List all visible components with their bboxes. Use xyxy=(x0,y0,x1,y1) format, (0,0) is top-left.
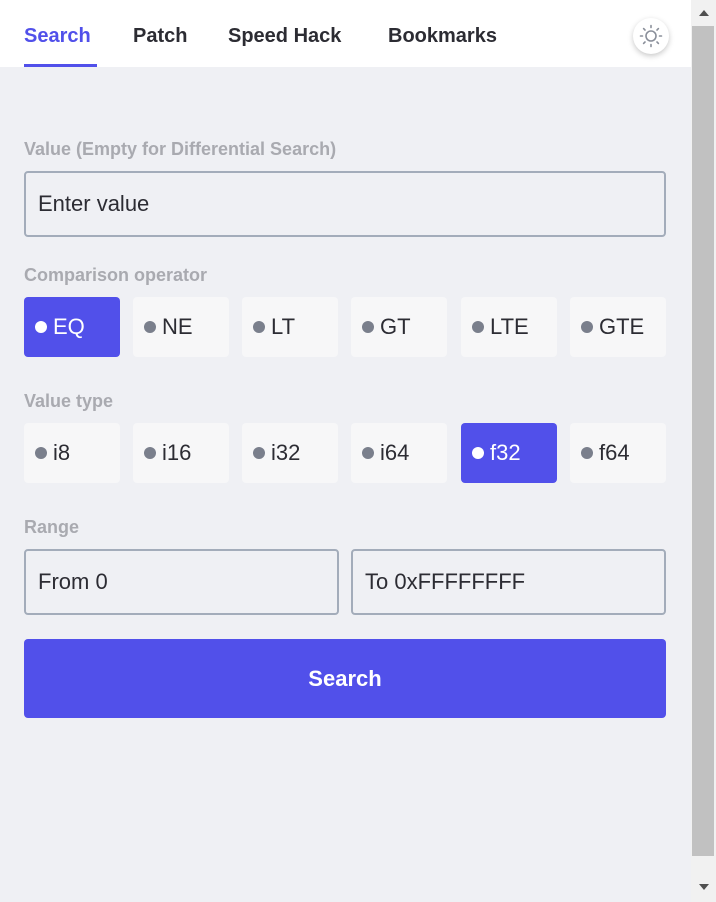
search-button[interactable]: Search xyxy=(24,639,666,718)
tab-search-label: Search xyxy=(24,25,91,47)
operator-option-eq[interactable]: EQ xyxy=(24,297,120,357)
radio-dot-icon xyxy=(472,447,484,459)
operator-option-label: GT xyxy=(380,314,411,339)
value-input[interactable] xyxy=(24,171,666,237)
type-option-label: i8 xyxy=(53,440,71,465)
type-option-i32[interactable]: i32 xyxy=(242,423,338,483)
radio-dot-icon xyxy=(144,447,156,459)
operator-option-lte[interactable]: LTE xyxy=(461,297,557,357)
radio-dot-icon xyxy=(35,447,47,459)
radio-dot-icon xyxy=(35,321,47,333)
radio-dot-icon xyxy=(144,321,156,333)
value-type-label: Value type xyxy=(24,391,114,411)
type-option-label: i64 xyxy=(380,440,410,465)
operator-option-gte[interactable]: GTE xyxy=(570,297,666,357)
range-to-input[interactable] xyxy=(351,549,666,615)
radio-dot-icon xyxy=(472,321,484,333)
radio-dot-icon xyxy=(362,321,374,333)
operator-option-lt[interactable]: LT xyxy=(242,297,338,357)
tab-bar: Search Patch Speed Hack Bookmarks xyxy=(0,0,691,67)
type-option-label: f32 xyxy=(490,440,521,465)
type-option-f64[interactable]: f64 xyxy=(570,423,666,483)
operator-option-gt[interactable]: GT xyxy=(351,297,447,357)
operator-option-label: EQ xyxy=(53,314,85,339)
type-option-label: i16 xyxy=(162,440,192,465)
sun-icon xyxy=(639,24,663,48)
tab-bookmarks[interactable]: Bookmarks xyxy=(388,0,497,67)
operator-option-ne[interactable]: NE xyxy=(133,297,229,357)
app-panel: Search Patch Speed Hack Bookmarks Value … xyxy=(0,0,691,902)
scrollbar-thumb[interactable] xyxy=(692,26,714,856)
radio-dot-icon xyxy=(253,447,265,459)
tab-active-indicator xyxy=(24,64,97,67)
type-option-i64[interactable]: i64 xyxy=(351,423,447,483)
range-from-input[interactable] xyxy=(24,549,339,615)
type-option-i16[interactable]: i16 xyxy=(133,423,229,483)
type-option-label: f64 xyxy=(599,440,630,465)
type-option-i8[interactable]: i8 xyxy=(24,423,120,483)
tab-speed-hack[interactable]: Speed Hack xyxy=(228,0,341,67)
theme-toggle-button[interactable] xyxy=(633,18,669,54)
operator-option-label: LTE xyxy=(490,314,529,339)
operator-option-label: LT xyxy=(271,314,296,339)
tab-speed-hack-label: Speed Hack xyxy=(228,25,342,47)
tab-patch-label: Patch xyxy=(133,25,188,47)
search-button-label: Search xyxy=(308,665,382,691)
comparison-operator-label: Comparison operator xyxy=(24,265,208,285)
radio-dot-icon xyxy=(581,321,593,333)
type-option-label: i32 xyxy=(271,440,301,465)
range-label: Range xyxy=(24,517,80,537)
value-field-label: Value (Empty for Differential Search) xyxy=(24,139,337,159)
operator-option-label: GTE xyxy=(599,314,645,339)
radio-dot-icon xyxy=(581,447,593,459)
vertical-scrollbar[interactable] xyxy=(691,0,716,902)
scroll-down-arrow-icon[interactable] xyxy=(691,878,716,895)
operator-option-label: NE xyxy=(162,314,193,339)
radio-dot-icon xyxy=(362,447,374,459)
tab-search[interactable]: Search xyxy=(24,0,97,67)
tab-patch[interactable]: Patch xyxy=(133,0,187,67)
type-option-f32[interactable]: f32 xyxy=(461,423,557,483)
scroll-up-arrow-icon[interactable] xyxy=(691,4,716,21)
tab-bookmarks-label: Bookmarks xyxy=(388,25,497,47)
radio-dot-icon xyxy=(253,321,265,333)
